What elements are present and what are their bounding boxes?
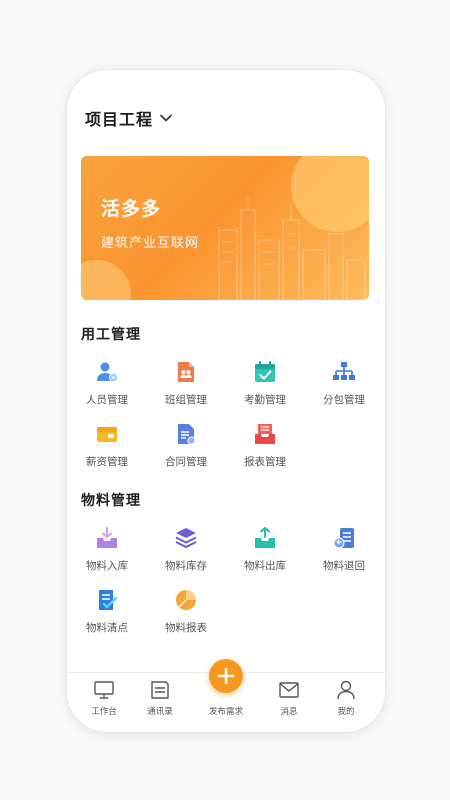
calendar-check-icon	[255, 361, 275, 382]
tab-messages[interactable]: 消息	[264, 679, 314, 723]
banner-subtitle: 建筑产业互联网	[101, 236, 200, 251]
grid-item-label: 班组管理	[165, 394, 207, 406]
grid-item-salary[interactable]: 薪资管理	[67, 422, 147, 480]
grid-item-personnel[interactable]: 人员管理	[67, 360, 147, 418]
grid-item-label: 物料入库	[86, 560, 128, 572]
chevron-down-icon	[160, 114, 172, 122]
grid-item-material-out[interactable]: 物料出库	[225, 526, 305, 584]
grid-item-label: 分包管理	[323, 394, 365, 406]
grid-item-label: 合同管理	[165, 456, 207, 468]
promo-banner[interactable]: 活多多 建筑产业互联网	[81, 156, 369, 300]
grid-item-label: 薪资管理	[86, 456, 128, 468]
grid-item-label: 物料报表	[165, 622, 207, 634]
city-skyline-illustration	[218, 198, 366, 300]
tab-contacts[interactable]: 通讯录	[135, 679, 185, 723]
grid-item-material-count[interactable]: 物料清点	[67, 588, 147, 646]
tab-label: 工作台	[91, 707, 117, 717]
user-icon	[337, 680, 355, 700]
pie-chart-icon	[176, 590, 196, 610]
wallet-icon	[97, 427, 117, 442]
return-document-icon	[333, 528, 354, 549]
banner-decoration-circle	[81, 260, 131, 300]
section-title-labor: 用工管理	[81, 327, 141, 343]
grid-item-material-return[interactable]: 物料退回	[304, 526, 384, 584]
grid-item-label: 人员管理	[86, 394, 128, 406]
address-book-icon	[151, 681, 169, 699]
org-chart-icon	[333, 362, 355, 380]
team-document-icon	[178, 362, 194, 382]
grid-item-label: 物料清点	[86, 622, 128, 634]
person-add-icon	[97, 362, 118, 382]
tab-publish[interactable]: 发布需求	[201, 659, 251, 723]
section-title-material: 物料管理	[81, 493, 141, 509]
tab-label: 消息	[280, 707, 298, 717]
grid-item-report[interactable]: 报表管理	[225, 422, 305, 480]
contract-document-icon	[178, 424, 196, 445]
monitor-icon	[94, 681, 114, 699]
mail-icon	[279, 682, 299, 698]
tab-label: 通讯录	[147, 707, 173, 717]
grid-item-label: 物料出库	[244, 560, 286, 572]
banner-title: 活多多	[101, 198, 162, 220]
grid-item-label: 物料库存	[165, 560, 207, 572]
tab-workbench[interactable]: 工作台	[79, 679, 129, 723]
tab-label: 我的	[337, 707, 355, 717]
layers-icon	[175, 528, 197, 549]
publish-fab[interactable]	[209, 659, 243, 693]
grid-item-material-in[interactable]: 物料入库	[67, 526, 147, 584]
inbox-out-icon	[255, 526, 275, 548]
grid-item-label: 考勤管理	[244, 394, 286, 406]
inbox-in-icon	[97, 527, 117, 548]
grid-item-label: 报表管理	[244, 456, 286, 468]
grid-item-material-report[interactable]: 物料报表	[146, 588, 226, 646]
grid-item-subcontract[interactable]: 分包管理	[304, 360, 384, 418]
phone-frame: 项目工程 活多多 建筑产业互联网 用工管理 人员管理 班组管理 考勤管理 分包管…	[67, 70, 385, 732]
checklist-icon	[99, 590, 118, 610]
grid-item-material-stock[interactable]: 物料库存	[146, 526, 226, 584]
grid-item-team[interactable]: 班组管理	[146, 360, 226, 418]
grid-item-label: 物料退回	[323, 560, 365, 572]
grid-item-contract[interactable]: 合同管理	[146, 422, 226, 480]
plus-icon	[217, 667, 235, 685]
grid-item-attendance[interactable]: 考勤管理	[225, 360, 305, 418]
report-tray-icon	[255, 424, 275, 444]
project-selector[interactable]: 项目工程	[85, 106, 173, 130]
tab-label: 发布需求	[208, 707, 243, 717]
bottom-tab-bar: 工作台 通讯录 发布需求 消息 我的	[67, 659, 385, 732]
project-title: 项目工程	[85, 110, 154, 129]
tab-profile[interactable]: 我的	[321, 679, 371, 723]
